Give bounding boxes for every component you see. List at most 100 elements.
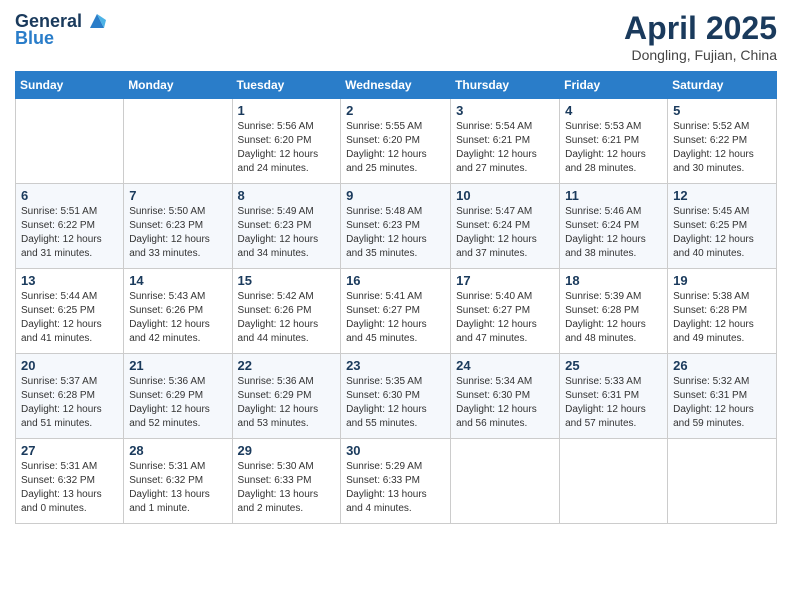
day-detail: Sunrise: 5:47 AMSunset: 6:24 PMDaylight:… <box>456 205 554 261</box>
calendar-week-row: 13 Sunrise: 5:44 AMSunset: 6:25 PMDayligh… <box>16 269 777 354</box>
calendar-cell: 6Sunrise: 5:51 AMSunset: 6:22 PMDaylight… <box>16 184 124 269</box>
calendar-cell: 4 Sunrise: 5:53 AMSunset: 6:21 PMDaylight… <box>560 99 668 184</box>
page-header: General Blue April 2025 Dongling, Fujian… <box>15 10 777 63</box>
logo-icon <box>86 10 108 32</box>
calendar-cell: 26Sunrise: 5:32 AMSunset: 6:31 PMDayligh… <box>668 354 777 439</box>
weekday-header: Monday <box>124 72 232 99</box>
weekday-header-row: SundayMondayTuesdayWednesdayThursdayFrid… <box>16 72 777 99</box>
day-detail: Sunrise: 5:51 AMSunset: 6:22 PMDaylight:… <box>21 205 118 261</box>
weekday-header: Wednesday <box>341 72 451 99</box>
title-area: April 2025 Dongling, Fujian, China <box>624 10 777 63</box>
day-detail: Sunrise: 5:33 AMSunset: 6:31 PMDaylight:… <box>565 375 662 431</box>
calendar-cell: 15 Sunrise: 5:42 AMSunset: 6:26 PMDayligh… <box>232 269 341 354</box>
day-detail: Sunrise: 5:38 AMSunset: 6:28 PMDaylight:… <box>673 290 771 346</box>
day-number: 1 <box>238 103 336 118</box>
day-number: 15 <box>238 273 336 288</box>
calendar-cell: 3 Sunrise: 5:54 AMSunset: 6:21 PMDaylight… <box>451 99 560 184</box>
calendar-cell: 22 Sunrise: 5:36 AMSunset: 6:29 PMDayligh… <box>232 354 341 439</box>
calendar-cell: 7 Sunrise: 5:50 AMSunset: 6:23 PMDaylight… <box>124 184 232 269</box>
day-detail: Sunrise: 5:53 AMSunset: 6:21 PMDaylight:… <box>565 120 662 176</box>
calendar-cell <box>124 99 232 184</box>
calendar-cell <box>560 439 668 524</box>
day-number: 22 <box>238 358 336 373</box>
calendar-week-row: 20 Sunrise: 5:37 AMSunset: 6:28 PMDayligh… <box>16 354 777 439</box>
day-number: 9 <box>346 188 445 203</box>
day-number: 23 <box>346 358 445 373</box>
day-number: 20 <box>21 358 118 373</box>
day-number: 18 <box>565 273 662 288</box>
day-number: 19 <box>673 273 771 288</box>
day-number: 21 <box>129 358 226 373</box>
day-number: 4 <box>565 103 662 118</box>
calendar-cell: 16 Sunrise: 5:41 AMSunset: 6:27 PMDayligh… <box>341 269 451 354</box>
weekday-header: Friday <box>560 72 668 99</box>
day-number: 12 <box>673 188 771 203</box>
calendar-cell: 28 Sunrise: 5:31 AMSunset: 6:32 PMDayligh… <box>124 439 232 524</box>
calendar-title: April 2025 <box>624 10 777 47</box>
calendar-cell <box>16 99 124 184</box>
weekday-header: Sunday <box>16 72 124 99</box>
calendar-cell <box>451 439 560 524</box>
calendar-cell <box>668 439 777 524</box>
calendar-cell: 25 Sunrise: 5:33 AMSunset: 6:31 PMDayligh… <box>560 354 668 439</box>
calendar-cell: 20 Sunrise: 5:37 AMSunset: 6:28 PMDayligh… <box>16 354 124 439</box>
day-detail: Sunrise: 5:31 AMSunset: 6:32 PMDaylight:… <box>21 460 118 516</box>
day-number: 7 <box>129 188 226 203</box>
day-detail: Sunrise: 5:46 AMSunset: 6:24 PMDaylight:… <box>565 205 662 261</box>
day-number: 8 <box>238 188 336 203</box>
weekday-header: Thursday <box>451 72 560 99</box>
calendar-week-row: 27Sunrise: 5:31 AMSunset: 6:32 PMDayligh… <box>16 439 777 524</box>
calendar-week-row: 6Sunrise: 5:51 AMSunset: 6:22 PMDaylight… <box>16 184 777 269</box>
day-number: 11 <box>565 188 662 203</box>
day-detail: Sunrise: 5:36 AMSunset: 6:29 PMDaylight:… <box>238 375 336 431</box>
day-number: 17 <box>456 273 554 288</box>
day-number: 13 <box>21 273 118 288</box>
day-detail: Sunrise: 5:50 AMSunset: 6:23 PMDaylight:… <box>129 205 226 261</box>
day-number: 30 <box>346 443 445 458</box>
day-number: 5 <box>673 103 771 118</box>
day-number: 24 <box>456 358 554 373</box>
day-detail: Sunrise: 5:44 AMSunset: 6:25 PMDaylight:… <box>21 290 118 346</box>
calendar-subtitle: Dongling, Fujian, China <box>624 47 777 63</box>
day-detail: Sunrise: 5:55 AMSunset: 6:20 PMDaylight:… <box>346 120 445 176</box>
day-number: 26 <box>673 358 771 373</box>
calendar-cell: 13 Sunrise: 5:44 AMSunset: 6:25 PMDayligh… <box>16 269 124 354</box>
calendar-cell: 14 Sunrise: 5:43 AMSunset: 6:26 PMDayligh… <box>124 269 232 354</box>
logo-blue-text: Blue <box>15 28 54 49</box>
calendar-cell: 30Sunrise: 5:29 AMSunset: 6:33 PMDayligh… <box>341 439 451 524</box>
day-number: 29 <box>238 443 336 458</box>
calendar-cell: 21Sunrise: 5:36 AMSunset: 6:29 PMDayligh… <box>124 354 232 439</box>
logo: General Blue <box>15 10 108 49</box>
day-number: 2 <box>346 103 445 118</box>
day-detail: Sunrise: 5:45 AMSunset: 6:25 PMDaylight:… <box>673 205 771 261</box>
calendar-cell: 18 Sunrise: 5:39 AMSunset: 6:28 PMDayligh… <box>560 269 668 354</box>
day-detail: Sunrise: 5:34 AMSunset: 6:30 PMDaylight:… <box>456 375 554 431</box>
calendar-cell: 27Sunrise: 5:31 AMSunset: 6:32 PMDayligh… <box>16 439 124 524</box>
day-number: 14 <box>129 273 226 288</box>
calendar-cell: 2 Sunrise: 5:55 AMSunset: 6:20 PMDaylight… <box>341 99 451 184</box>
calendar-cell: 24 Sunrise: 5:34 AMSunset: 6:30 PMDayligh… <box>451 354 560 439</box>
day-detail: Sunrise: 5:54 AMSunset: 6:21 PMDaylight:… <box>456 120 554 176</box>
calendar-cell: 1 Sunrise: 5:56 AMSunset: 6:20 PMDaylight… <box>232 99 341 184</box>
day-detail: Sunrise: 5:56 AMSunset: 6:20 PMDaylight:… <box>238 120 336 176</box>
day-detail: Sunrise: 5:49 AMSunset: 6:23 PMDaylight:… <box>238 205 336 261</box>
day-detail: Sunrise: 5:39 AMSunset: 6:28 PMDaylight:… <box>565 290 662 346</box>
day-detail: Sunrise: 5:41 AMSunset: 6:27 PMDaylight:… <box>346 290 445 346</box>
calendar-cell: 17Sunrise: 5:40 AMSunset: 6:27 PMDayligh… <box>451 269 560 354</box>
calendar-cell: 10Sunrise: 5:47 AMSunset: 6:24 PMDayligh… <box>451 184 560 269</box>
day-number: 28 <box>129 443 226 458</box>
day-detail: Sunrise: 5:42 AMSunset: 6:26 PMDaylight:… <box>238 290 336 346</box>
day-number: 25 <box>565 358 662 373</box>
calendar-cell: 8 Sunrise: 5:49 AMSunset: 6:23 PMDaylight… <box>232 184 341 269</box>
day-detail: Sunrise: 5:37 AMSunset: 6:28 PMDaylight:… <box>21 375 118 431</box>
day-detail: Sunrise: 5:43 AMSunset: 6:26 PMDaylight:… <box>129 290 226 346</box>
calendar-week-row: 1 Sunrise: 5:56 AMSunset: 6:20 PMDaylight… <box>16 99 777 184</box>
day-number: 3 <box>456 103 554 118</box>
calendar-cell: 19 Sunrise: 5:38 AMSunset: 6:28 PMDayligh… <box>668 269 777 354</box>
weekday-header: Saturday <box>668 72 777 99</box>
calendar-cell: 5Sunrise: 5:52 AMSunset: 6:22 PMDaylight… <box>668 99 777 184</box>
calendar-cell: 12 Sunrise: 5:45 AMSunset: 6:25 PMDayligh… <box>668 184 777 269</box>
day-detail: Sunrise: 5:48 AMSunset: 6:23 PMDaylight:… <box>346 205 445 261</box>
day-detail: Sunrise: 5:31 AMSunset: 6:32 PMDaylight:… <box>129 460 226 516</box>
day-number: 16 <box>346 273 445 288</box>
